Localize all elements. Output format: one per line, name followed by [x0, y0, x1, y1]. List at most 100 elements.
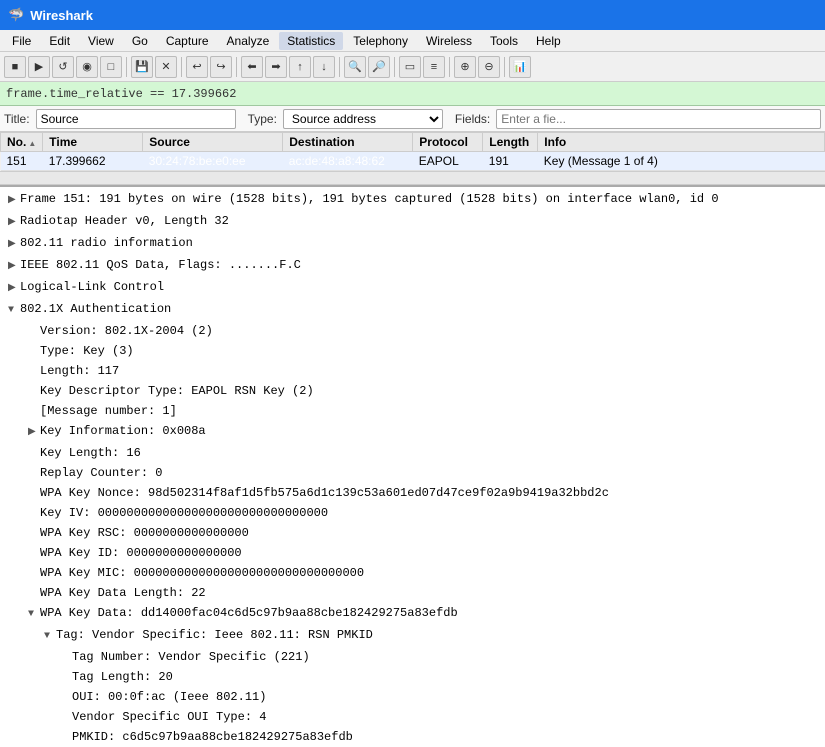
detail-item[interactable]: Tag Length: 20 [0, 667, 825, 687]
toolbar-btn-0[interactable]: ■ [4, 56, 26, 78]
toolbar-separator [339, 57, 340, 77]
menu-item-go[interactable]: Go [124, 32, 156, 50]
detail-text: Version: 802.1X-2004 (2) [40, 324, 213, 338]
detail-text: Key Descriptor Type: EAPOL RSN Key (2) [40, 384, 314, 398]
table-cell: 17.399662 [43, 152, 143, 171]
col-header-no[interactable]: No.▲ [1, 133, 43, 152]
detail-item[interactable]: ▼ 802.1X Authentication [0, 299, 825, 321]
detail-item[interactable]: Version: 802.1X-2004 (2) [0, 321, 825, 341]
detail-item[interactable]: Key IV: 00000000000000000000000000000000 [0, 503, 825, 523]
menu-item-edit[interactable]: Edit [41, 32, 78, 50]
col-header-protocol[interactable]: Protocol [413, 133, 483, 152]
toolbar-btn-10[interactable]: ➡ [265, 56, 287, 78]
detail-text: Tag: Vendor Specific: Ieee 802.11: RSN P… [56, 628, 373, 642]
toolbar-btn-5[interactable]: 💾 [131, 56, 153, 78]
toolbar-btn-16[interactable]: ≡ [423, 56, 445, 78]
collapse-arrow: ▼ [28, 606, 40, 624]
toolbar-btn-8[interactable]: ↪ [210, 56, 232, 78]
detail-item[interactable]: WPA Key RSC: 0000000000000000 [0, 523, 825, 543]
detail-text: WPA Key Data: dd14000fac04c6d5c97b9aa88c… [40, 606, 458, 620]
detail-item[interactable]: [Message number: 1] [0, 401, 825, 421]
detail-text: Radiotap Header v0, Length 32 [20, 214, 229, 228]
collapse-arrow: ▼ [44, 628, 56, 646]
detail-item[interactable]: ▶ Frame 151: 191 bytes on wire (1528 bit… [0, 189, 825, 211]
detail-item[interactable]: ▼ WPA Key Data: dd14000fac04c6d5c97b9aa8… [0, 603, 825, 625]
title-input[interactable] [36, 109, 236, 129]
col-header-length[interactable]: Length [483, 133, 538, 152]
table-cell: 191 [483, 152, 538, 171]
menu-item-help[interactable]: Help [528, 32, 569, 50]
detail-item[interactable]: Length: 117 [0, 361, 825, 381]
toolbar-btn-12[interactable]: ↓ [313, 56, 335, 78]
type-select[interactable]: Source address [283, 109, 443, 129]
detail-text: OUI: 00:0f:ac (Ieee 802.11) [72, 690, 266, 704]
toolbar-btn-19[interactable]: 📊 [509, 56, 531, 78]
detail-item[interactable]: OUI: 00:0f:ac (Ieee 802.11) [0, 687, 825, 707]
toolbar-btn-4[interactable]: □ [100, 56, 122, 78]
menu-item-telephony[interactable]: Telephony [345, 32, 416, 50]
toolbar-btn-18[interactable]: ⊖ [478, 56, 500, 78]
packet-tbody: 15117.39966230:24:78:be:e0:eeac:de:48:a8… [1, 152, 825, 171]
detail-item[interactable]: WPA Key Data Length: 22 [0, 583, 825, 603]
toolbar-btn-3[interactable]: ◉ [76, 56, 98, 78]
toolbar-btn-9[interactable]: ⬅ [241, 56, 263, 78]
detail-text: Key Information: 0x008a [40, 424, 206, 438]
detail-item[interactable]: WPA Key Nonce: 98d502314f8af1d5fb575a6d1… [0, 483, 825, 503]
detail-item[interactable]: Key Length: 16 [0, 443, 825, 463]
toolbar-separator [181, 57, 182, 77]
detail-item[interactable]: ▼ Tag: Vendor Specific: Ieee 802.11: RSN… [0, 625, 825, 647]
detail-text: WPA Key ID: 0000000000000000 [40, 546, 242, 560]
detail-text: Replay Counter: 0 [40, 466, 162, 480]
toolbar-separator [504, 57, 505, 77]
toolbar-btn-6[interactable]: ✕ [155, 56, 177, 78]
menu-item-wireless[interactable]: Wireless [418, 32, 480, 50]
col-header-info[interactable]: Info [538, 133, 825, 152]
table-row[interactable]: 15117.39966230:24:78:be:e0:eeac:de:48:a8… [1, 152, 825, 171]
menu-item-view[interactable]: View [80, 32, 122, 50]
col-header-destination[interactable]: Destination [283, 133, 413, 152]
detail-item[interactable]: PMKID: c6d5c97b9aa88cbe182429275a83efdb [0, 727, 825, 747]
col-header-source[interactable]: Source [143, 133, 283, 152]
table-cell: EAPOL [413, 152, 483, 171]
packet-table: No.▲ Time Source Destination Protocol Le… [0, 132, 825, 171]
horizontal-scrollbar[interactable] [0, 171, 825, 185]
detail-text: Key IV: 00000000000000000000000000000000 [40, 506, 328, 520]
menu-item-file[interactable]: File [4, 32, 39, 50]
filter-row: Title: Type: Source address Fields: [0, 106, 825, 132]
details-pane: ▶ Frame 151: 191 bytes on wire (1528 bit… [0, 185, 825, 747]
detail-item[interactable]: ▶ 802.11 radio information [0, 233, 825, 255]
toolbar-btn-11[interactable]: ↑ [289, 56, 311, 78]
menu-item-analyze[interactable]: Analyze [219, 32, 278, 50]
menu-item-capture[interactable]: Capture [158, 32, 217, 50]
detail-text: Frame 151: 191 bytes on wire (1528 bits)… [20, 192, 719, 206]
detail-item[interactable]: ▶ IEEE 802.11 QoS Data, Flags: .......F.… [0, 255, 825, 277]
detail-item[interactable]: Vendor Specific OUI Type: 4 [0, 707, 825, 727]
title-bar: 🦈 Wireshark [0, 0, 825, 30]
detail-item[interactable]: ▶ Logical-Link Control [0, 277, 825, 299]
detail-text: Key Length: 16 [40, 446, 141, 460]
detail-text: WPA Key Nonce: 98d502314f8af1d5fb575a6d1… [40, 486, 609, 500]
toolbar-btn-7[interactable]: ↩ [186, 56, 208, 78]
detail-item[interactable]: ▶ Key Information: 0x008a [0, 421, 825, 443]
detail-item[interactable]: Replay Counter: 0 [0, 463, 825, 483]
menu-item-tools[interactable]: Tools [482, 32, 526, 50]
detail-item[interactable]: Type: Key (3) [0, 341, 825, 361]
toolbar-btn-17[interactable]: ⊕ [454, 56, 476, 78]
toolbar-btn-1[interactable]: ▶ [28, 56, 50, 78]
detail-item[interactable]: ▶ Radiotap Header v0, Length 32 [0, 211, 825, 233]
detail-text: Length: 117 [40, 364, 119, 378]
fields-input[interactable] [496, 109, 821, 129]
toolbar-btn-2[interactable]: ↺ [52, 56, 74, 78]
toolbar-btn-14[interactable]: 🔎 [368, 56, 390, 78]
detail-item[interactable]: Key Descriptor Type: EAPOL RSN Key (2) [0, 381, 825, 401]
detail-text: WPA Key RSC: 0000000000000000 [40, 526, 249, 540]
menu-item-statistics[interactable]: Statistics [279, 32, 343, 50]
toolbar-btn-15[interactable]: ▭ [399, 56, 421, 78]
toolbar-btn-13[interactable]: 🔍 [344, 56, 366, 78]
detail-item[interactable]: WPA Key MIC: 000000000000000000000000000… [0, 563, 825, 583]
detail-text: PMKID: c6d5c97b9aa88cbe182429275a83efdb [72, 730, 353, 744]
detail-item[interactable]: WPA Key ID: 0000000000000000 [0, 543, 825, 563]
detail-item[interactable]: Tag Number: Vendor Specific (221) [0, 647, 825, 667]
filter-expression: frame.time_relative == 17.399662 [6, 87, 236, 101]
col-header-time[interactable]: Time [43, 133, 143, 152]
